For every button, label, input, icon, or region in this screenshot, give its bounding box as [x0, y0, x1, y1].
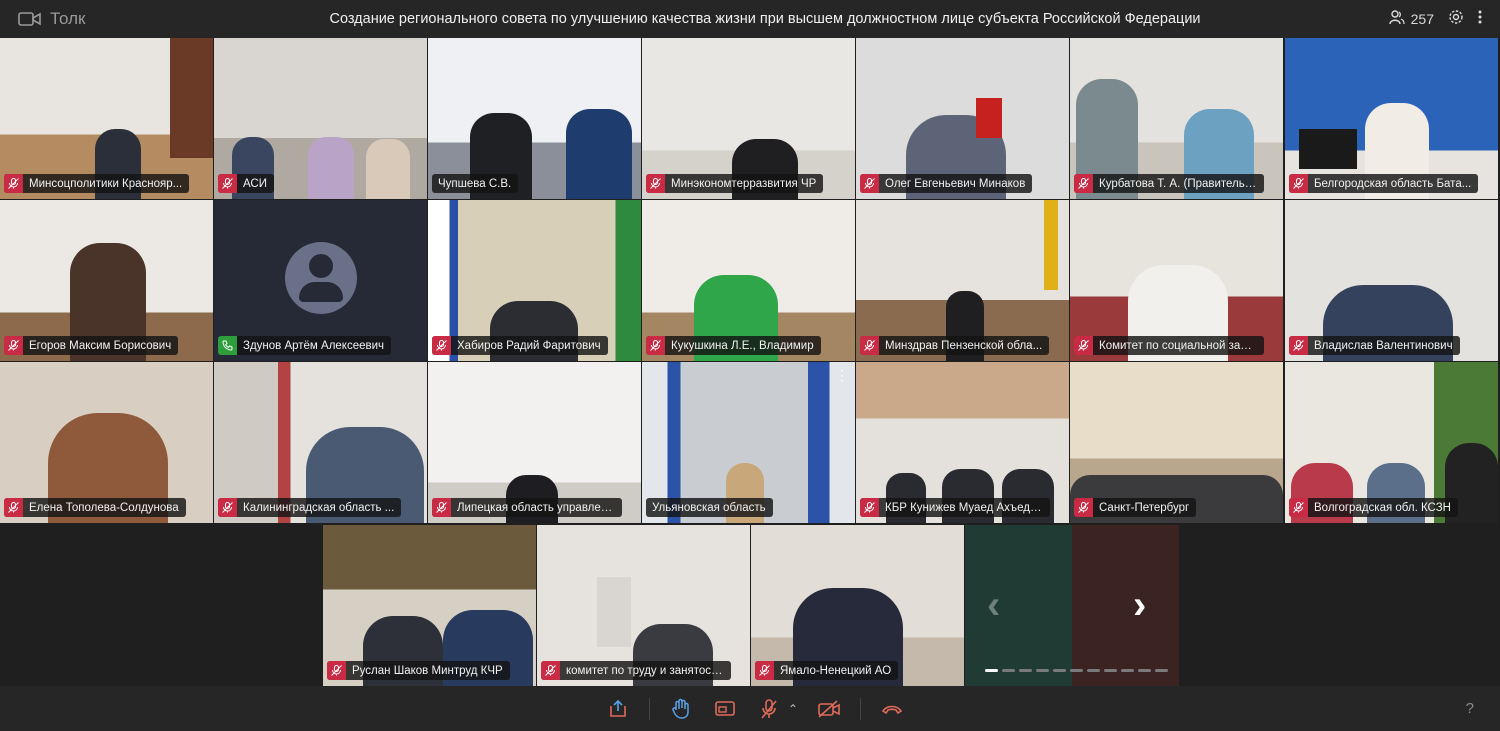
- mic-muted-icon: [860, 498, 879, 517]
- meeting-title: Создание регионального совета по улучшен…: [329, 11, 1201, 27]
- mic-muted-icon: [1289, 498, 1308, 517]
- video-tile[interactable]: Егоров Максим Борисович: [0, 200, 213, 361]
- tile-label: Ямало-Ненецкий АО: [780, 664, 892, 677]
- mic-muted-icon: [218, 498, 237, 517]
- mic-muted-icon: [218, 174, 237, 193]
- video-tile[interactable]: Минсоцполитики Краснояр...: [0, 38, 213, 199]
- video-tile[interactable]: Курбатова Т. А. (Правительс...: [1070, 38, 1283, 199]
- layout-button[interactable]: [712, 697, 738, 721]
- raise-hand-button[interactable]: [668, 697, 694, 721]
- people-icon: [1388, 9, 1405, 28]
- video-tile[interactable]: Липецкая область управлен...: [428, 362, 641, 523]
- top-bar: Толк Создание регионального совета по ул…: [0, 0, 1500, 38]
- gear-icon[interactable]: [1448, 9, 1464, 28]
- mic-muted-icon: [1074, 336, 1093, 355]
- tile-label: Минэкономтерразвития ЧР: [671, 177, 817, 190]
- tile-label: Санкт-Петербург: [1099, 501, 1190, 514]
- video-tile[interactable]: Хабиров Радий Фаритович: [428, 200, 641, 361]
- mic-muted-icon: [541, 661, 560, 680]
- video-tile[interactable]: Здунов Артём Алексеевич: [214, 200, 427, 361]
- tile-label: Егоров Максим Борисович: [29, 339, 172, 352]
- tile-more-icon[interactable]: ⋮: [835, 368, 849, 382]
- app-brand: Толк: [18, 9, 86, 29]
- share-screen-button[interactable]: [605, 697, 631, 721]
- video-tile[interactable]: Олег Евгеньевич Минаков: [856, 38, 1069, 199]
- video-tile-active[interactable]: ⋮ Ульяновская область: [642, 362, 855, 523]
- video-tile[interactable]: Калининградская область ...: [214, 362, 427, 523]
- video-tile[interactable]: КБР Кунижев Муаед Ахъедо...: [856, 362, 1069, 523]
- tile-label: Комитет по социальной защ...: [1099, 339, 1260, 352]
- video-grid: Минсоцполитики Краснояр... АСИ Чупшева С…: [0, 38, 1500, 686]
- video-tile[interactable]: Минэкономтерразвития ЧР: [642, 38, 855, 199]
- chevron-left-icon[interactable]: ‹: [987, 585, 1000, 625]
- mic-muted-icon: [432, 498, 451, 517]
- tile-label: комитет по труду и занятост...: [566, 664, 725, 677]
- mic-muted-icon: [327, 661, 346, 680]
- tile-label: Минздрав Пензенской обла...: [885, 339, 1043, 352]
- camera-logo-icon: [18, 10, 42, 28]
- tile-label: Владислав Валентинович: [1314, 339, 1453, 352]
- more-menu-icon[interactable]: [1478, 10, 1482, 27]
- mic-muted-icon: [4, 498, 23, 517]
- mic-muted-icon: [646, 336, 665, 355]
- tile-label: Липецкая область управлен...: [457, 501, 617, 514]
- tile-label: Руслан Шаков Минтруд КЧР: [352, 664, 503, 677]
- camera-button[interactable]: [816, 697, 842, 721]
- video-tile[interactable]: АСИ: [214, 38, 427, 199]
- mic-muted-icon: [646, 174, 665, 193]
- mic-muted-icon: [4, 174, 23, 193]
- mic-muted-icon: [755, 661, 774, 680]
- phone-icon: [218, 336, 237, 355]
- video-tile[interactable]: Руслан Шаков Минтруд КЧР: [323, 525, 536, 686]
- tile-label: Кукушкина Л.Е., Владимир: [671, 339, 814, 352]
- tile-label: КБР Кунижев Муаед Ахъедо...: [885, 501, 1046, 514]
- avatar: [285, 242, 357, 314]
- video-tile[interactable]: Минздрав Пензенской обла...: [856, 200, 1069, 361]
- leave-call-button[interactable]: [879, 697, 905, 721]
- tile-label: Олег Евгеньевич Минаков: [885, 177, 1026, 190]
- participants-button[interactable]: 257: [1388, 9, 1434, 28]
- mic-muted-icon: [1289, 174, 1308, 193]
- tile-label: Чупшева С.В.: [438, 177, 512, 190]
- video-tile[interactable]: Ямало-Ненецкий АО: [751, 525, 964, 686]
- mic-muted-icon: [1289, 336, 1308, 355]
- video-tile[interactable]: Санкт-Петербург: [1070, 362, 1283, 523]
- tile-label: Хабиров Радий Фаритович: [457, 339, 601, 352]
- help-button[interactable]: ?: [1466, 700, 1474, 717]
- video-tile[interactable]: Чупшева С.В.: [428, 38, 641, 199]
- participant-count: 257: [1410, 10, 1434, 27]
- chevron-right-icon[interactable]: ›: [1133, 585, 1146, 625]
- mic-muted-icon: [1074, 174, 1093, 193]
- mic-muted-icon: [860, 174, 879, 193]
- tile-label: Белгородская область Бата...: [1314, 177, 1472, 190]
- bottom-toolbar: ⌃ ?: [0, 686, 1500, 731]
- video-tile[interactable]: Владислав Валентинович: [1285, 200, 1498, 361]
- tile-label: Калининградская область ...: [243, 501, 395, 514]
- video-tile[interactable]: Комитет по социальной защ...: [1070, 200, 1283, 361]
- video-tile[interactable]: Белгородская область Бата...: [1285, 38, 1498, 199]
- chevron-up-icon[interactable]: ⌃: [788, 702, 798, 716]
- page-indicator: [985, 669, 1168, 672]
- video-tile[interactable]: Кукушкина Л.Е., Владимир: [642, 200, 855, 361]
- microphone-button[interactable]: [756, 697, 782, 721]
- video-tile[interactable]: комитет по труду и занятост...: [537, 525, 750, 686]
- mic-muted-icon: [4, 336, 23, 355]
- mic-muted-icon: [1074, 498, 1093, 517]
- tile-label: Курбатова Т. А. (Правительс...: [1099, 177, 1261, 190]
- tile-label: Ульяновская область: [652, 501, 766, 514]
- video-tile[interactable]: Волгоградская обл. КСЗН: [1285, 362, 1498, 523]
- tile-label: Волгоградская обл. КСЗН: [1314, 501, 1451, 514]
- mic-muted-icon: [432, 336, 451, 355]
- tile-label: Елена Тополева-Солдунова: [29, 501, 179, 514]
- app-name: Толк: [50, 9, 86, 28]
- tile-label: Здунов Артём Алексеевич: [243, 339, 385, 352]
- mic-muted-icon: [860, 336, 879, 355]
- video-tile[interactable]: Елена Тополева-Солдунова: [0, 362, 213, 523]
- tile-label: Минсоцполитики Краснояр...: [29, 177, 183, 190]
- more-participants-pager[interactable]: ‹ ›: [965, 525, 1179, 686]
- tile-label: АСИ: [243, 177, 267, 190]
